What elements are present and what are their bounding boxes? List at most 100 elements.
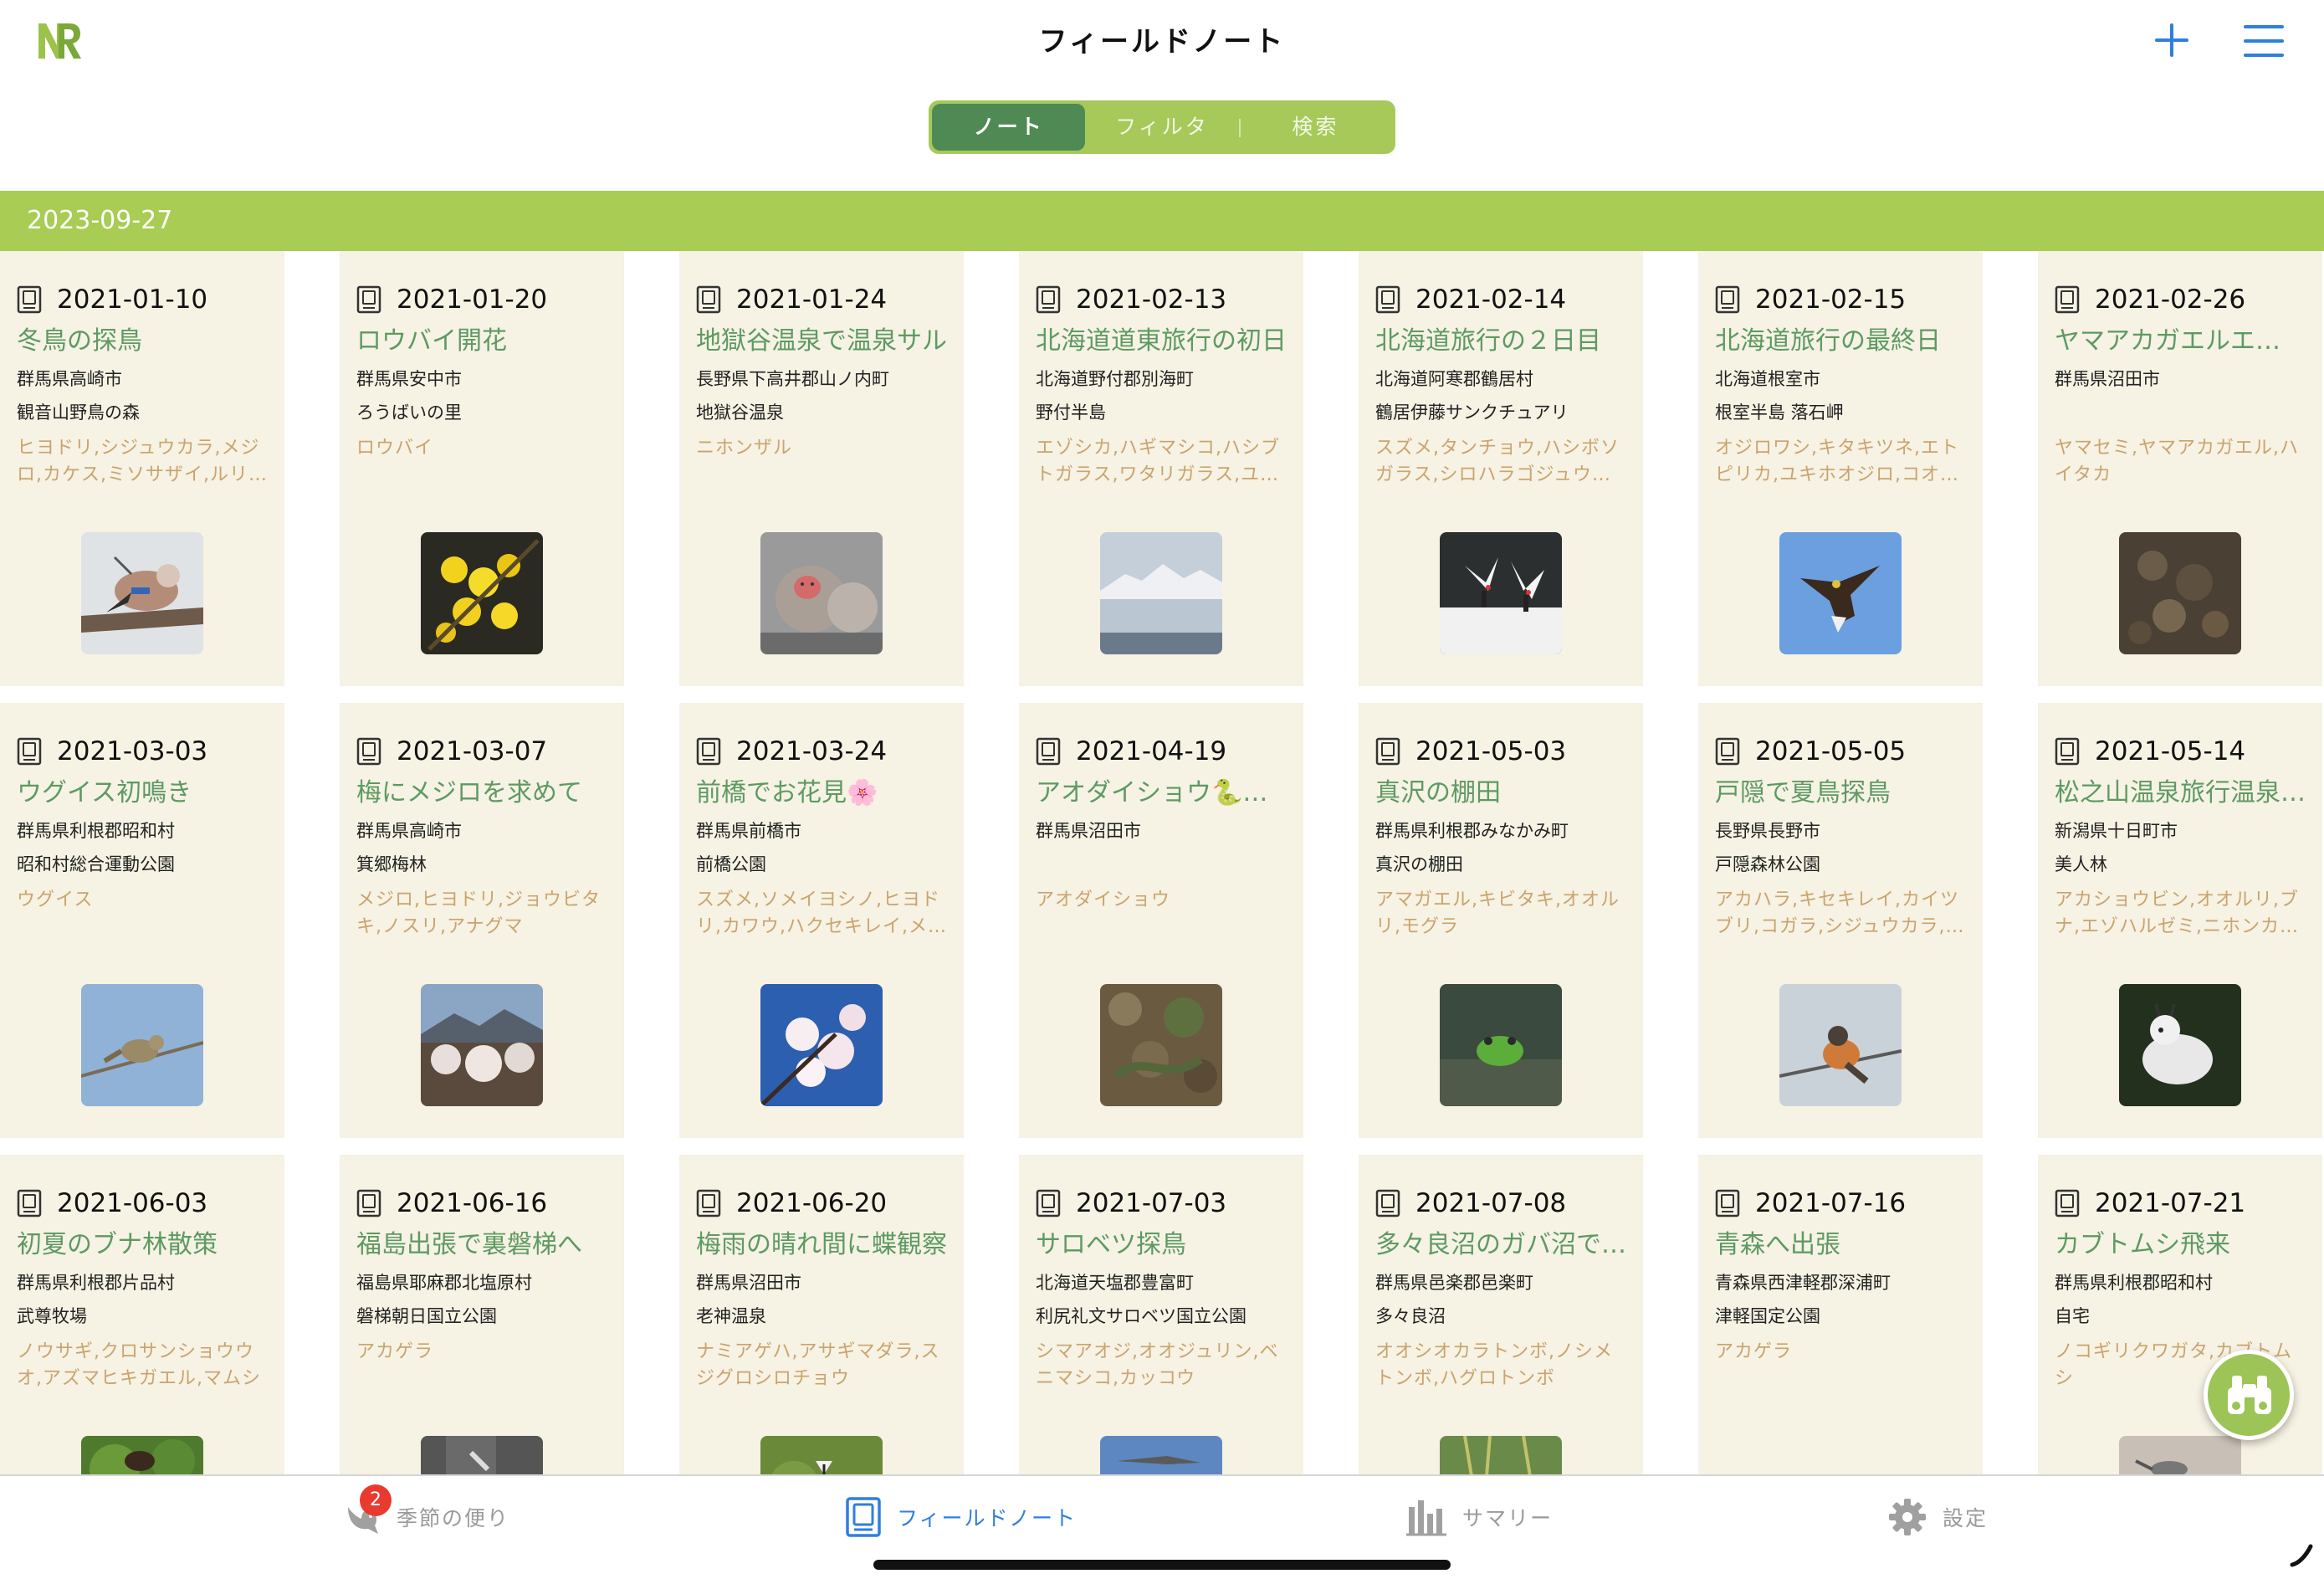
card-photo bbox=[421, 1436, 543, 1474]
card-photo bbox=[2119, 1436, 2241, 1474]
notebook-icon bbox=[17, 285, 42, 314]
header: フィールドノート ノート フィルタ 検索 bbox=[0, 0, 2324, 191]
segment-filter[interactable]: フィルタ bbox=[1085, 104, 1238, 151]
note-card[interactable]: 2021-02-15 北海道旅行の最終日 北海道根室市 根室半島 落石岬 オジロワシ,キ… bbox=[1698, 251, 1983, 686]
notebook-icon bbox=[356, 737, 381, 766]
card-header: 2021-03-07 bbox=[356, 735, 607, 768]
card-title: ヤマアカガエルエ… bbox=[2055, 326, 2280, 356]
tab-summary[interactable]: サマリー bbox=[1405, 1496, 1553, 1538]
card-species: メジロ,ヒヨドリ,ジョウビタキ,ノスリ,アナグマ bbox=[356, 889, 601, 937]
note-card[interactable]: 2021-03-03 ウグイス初鳴き 群馬県利根郡昭和村 昭和村総合運動公園 ウグイス bbox=[0, 703, 284, 1138]
date-section-header: 2023-09-27 bbox=[0, 191, 2324, 251]
card-species: エゾシカ,ハギマシコ,ハシブトガラス,ワタリガラス,ユ… bbox=[1036, 438, 1280, 485]
card-title: 多々良沼のガバ沼で… bbox=[1375, 1230, 1626, 1259]
card-date: 2021-02-26 bbox=[2095, 285, 2246, 315]
card-photo bbox=[1100, 532, 1222, 654]
card-date: 2021-07-08 bbox=[1415, 1188, 1567, 1218]
tab-seasonal-news[interactable]: 2 季節の便り bbox=[341, 1484, 509, 1538]
card-prefecture: 北海道阿寒郡鶴居村 bbox=[1375, 369, 1533, 389]
note-card[interactable]: 2021-03-24 前橋でお花見🌸 群馬県前橋市 前橋公園 スズメ,ソメイヨシノ,ヒヨ… bbox=[679, 703, 964, 1138]
note-card[interactable]: 2021-07-08 多々良沼のガバ沼で… 群馬県邑楽郡邑楽町 多々良沼 オオシオカラト… bbox=[1359, 1155, 1643, 1474]
card-header: 2021-01-10 bbox=[17, 283, 268, 316]
stag-beetle-image bbox=[2119, 1436, 2241, 1474]
serow-image bbox=[2119, 984, 2241, 1106]
bar-chart-icon bbox=[1406, 1500, 1446, 1536]
card-title: ロウバイ開花 bbox=[356, 326, 507, 356]
note-grid: 2021-01-10 冬鳥の探鳥 群馬県高崎市 観音山野鳥の森 ヒヨドリ,シジュウカラ,… bbox=[0, 251, 2324, 1474]
segment-control: ノート フィルタ 検索 bbox=[929, 100, 1395, 154]
notebook-icon bbox=[1036, 737, 1061, 766]
card-prefecture: 群馬県利根郡昭和村 bbox=[2055, 1273, 2213, 1293]
tab-settings[interactable]: 設定 bbox=[1887, 1496, 1988, 1538]
card-date: 2021-05-03 bbox=[1415, 736, 1567, 766]
card-species: ナミアゲハ,アサギマダラ,スジグロシロチョウ bbox=[696, 1341, 940, 1389]
card-header: 2021-07-03 bbox=[1036, 1187, 1287, 1220]
note-card[interactable]: 2021-01-10 冬鳥の探鳥 群馬県高崎市 観音山野鳥の森 ヒヨドリ,シジュウカラ,… bbox=[0, 251, 284, 686]
binoculars-button[interactable] bbox=[2204, 1350, 2294, 1440]
card-prefecture: 北海道天塩郡豊富町 bbox=[1036, 1273, 1194, 1293]
card-title: 地獄谷温泉で温泉サル bbox=[696, 326, 947, 356]
notebook-icon bbox=[846, 1497, 881, 1537]
card-prefecture: 群馬県沼田市 bbox=[696, 1273, 801, 1293]
note-card[interactable]: 2021-05-14 松之山温泉旅行温泉… 新潟県十日町市 美人林 アカショウビン,オオ… bbox=[2038, 703, 2322, 1138]
card-species: ロウバイ bbox=[356, 438, 434, 459]
card-title: サロベツ探鳥 bbox=[1036, 1230, 1186, 1259]
note-card[interactable]: 2021-05-03 真沢の棚田 群馬県利根郡みなかみ町 真沢の棚田 アマガエル,キビタ… bbox=[1359, 703, 1643, 1138]
card-title: 北海道旅行の２日目 bbox=[1375, 326, 1601, 356]
note-card[interactable]: 2021-05-05 戸隠で夏鳥探鳥 長野県長野市 戸隠森林公園 アカハラ,キセキレイ,… bbox=[1698, 703, 1983, 1138]
card-place: 前橋公園 bbox=[696, 854, 766, 874]
card-species: アカゲラ bbox=[1715, 1341, 1793, 1362]
note-card[interactable]: 2021-02-13 北海道道東旅行の初日 北海道野付郡別海町 野付半島 エゾシカ,ハギ… bbox=[1019, 251, 1303, 686]
segment-search[interactable]: 検索 bbox=[1238, 104, 1392, 151]
card-header: 2021-05-14 bbox=[2055, 735, 2306, 768]
card-species: ヒヨドリ,シジュウカラ,メジロ,カケス,ミソサザイ,ルリ… bbox=[17, 438, 268, 485]
card-place: 美人林 bbox=[2055, 854, 2107, 874]
card-date: 2021-02-15 bbox=[1755, 285, 1907, 315]
notebook-icon bbox=[356, 285, 381, 314]
card-species: シマアオジ,オオジュリン,ベニマシコ,カッコウ bbox=[1036, 1341, 1279, 1389]
card-photo bbox=[81, 532, 203, 654]
card-place: 津軽国定公園 bbox=[1715, 1306, 1820, 1326]
snowy-mountain-image bbox=[1100, 532, 1222, 654]
note-card[interactable]: 2021-06-03 初夏のブナ林散策 群馬県利根郡片品村 武尊牧場 ノウサギ,クロサン… bbox=[0, 1155, 284, 1474]
tree-frog-image bbox=[1440, 984, 1562, 1106]
card-place: 利尻礼文サロベツ国立公園 bbox=[1036, 1306, 1246, 1326]
note-card[interactable]: 2021-02-14 北海道旅行の２日目 北海道阿寒郡鶴居村 鶴居伊藤サンクチュアリス… bbox=[1359, 251, 1643, 686]
brown-thrush-image bbox=[1779, 984, 1902, 1106]
card-photo bbox=[1440, 984, 1562, 1106]
tab-label: フィールドノート bbox=[897, 1506, 1078, 1530]
card-date: 2021-03-07 bbox=[397, 736, 548, 766]
bush-warbler-image bbox=[81, 984, 203, 1106]
card-header: 2021-06-16 bbox=[356, 1187, 607, 1220]
card-photo bbox=[1100, 984, 1222, 1106]
add-note-button[interactable] bbox=[2152, 20, 2192, 60]
card-species: ニホンザル bbox=[696, 438, 793, 459]
note-card[interactable]: 2021-01-24 地獄谷温泉で温泉サル 長野県下高井郡山ノ内町 地獄谷温泉 ニホンザ… bbox=[679, 251, 964, 686]
segment-note[interactable]: ノート bbox=[932, 104, 1086, 151]
notebook-icon bbox=[2055, 285, 2080, 314]
card-header: 2021-05-05 bbox=[1715, 735, 1966, 768]
cherry-blossom-image bbox=[760, 984, 883, 1106]
tab-field-note[interactable]: フィールドノート bbox=[845, 1496, 1077, 1538]
note-card[interactable]: 2021-02-26 ヤマアカガエルエ… 群馬県沼田市 ヤマセミ,ヤマアカガエル,ハイ… bbox=[2038, 251, 2322, 686]
hamburger-icon bbox=[2244, 25, 2284, 57]
card-photo bbox=[1100, 1436, 1222, 1474]
note-card[interactable]: 2021-01-20 ロウバイ開花 群馬県安中市 ろうばいの里 ロウバイ bbox=[340, 251, 624, 686]
card-place: 武尊牧場 bbox=[17, 1306, 87, 1326]
menu-button[interactable] bbox=[2242, 22, 2286, 60]
note-card[interactable]: 2021-04-19 アオダイショウ🐍… 群馬県沼田市 アオダイショウ bbox=[1019, 703, 1303, 1138]
card-place: 真沢の棚田 bbox=[1375, 854, 1463, 874]
note-card[interactable]: 2021-06-16 福島出張で裏磐梯へ 福島県耶麻郡北塩原村 磐梯朝日国立公園 アカゲ… bbox=[340, 1155, 624, 1474]
card-date: 2021-06-03 bbox=[57, 1188, 208, 1218]
card-header: 2021-05-03 bbox=[1375, 735, 1626, 768]
note-card[interactable]: 2021-07-16 青森へ出張 青森県西津軽郡深浦町 津軽国定公園 アカゲラ bbox=[1698, 1155, 1983, 1474]
card-place: 地獄谷温泉 bbox=[696, 402, 784, 423]
card-header: 2021-02-14 bbox=[1375, 283, 1626, 316]
card-species: ノウサギ,クロサンショウウオ,アズマヒキガエル,マムシ bbox=[17, 1341, 261, 1389]
note-card[interactable]: 2021-06-20 梅雨の晴れ間に蝶観察 群馬県沼田市 老神温泉 ナミアゲハ,アサギマ… bbox=[679, 1155, 964, 1474]
note-card[interactable]: 2021-03-07 梅にメジロを求めて 群馬県高崎市 箕郷梅林 メジロ,ヒヨドリ,ジョ… bbox=[340, 703, 624, 1138]
note-card[interactable]: 2021-07-03 サロベツ探鳥北海道天塩郡豊富町利尻礼文サロベツ国立公園シマア… bbox=[1019, 1155, 1303, 1474]
card-place bbox=[1036, 852, 1287, 877]
home-indicator bbox=[873, 1560, 1451, 1570]
card-prefecture: 群馬県利根郡みなかみ町 bbox=[1375, 821, 1569, 841]
